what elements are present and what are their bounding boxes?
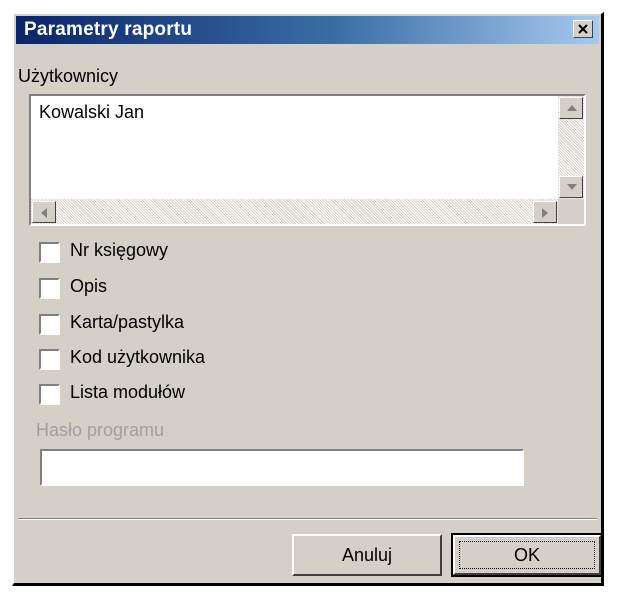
scroll-right-button[interactable] — [533, 201, 557, 223]
dialog-title: Parametry raportu — [24, 19, 193, 40]
checkbox-label: Karta/pastylka — [70, 312, 185, 332]
close-button[interactable] — [573, 20, 593, 38]
arrow-right-icon — [542, 208, 548, 218]
ok-button-label: OK — [459, 541, 595, 569]
checkbox[interactable] — [39, 384, 60, 405]
list-item[interactable]: Kowalski Jan — [39, 102, 144, 123]
checkbox-label: Nr księgowy — [70, 240, 169, 260]
title-bar[interactable]: Parametry raportu — [16, 16, 599, 44]
checkbox[interactable] — [39, 278, 60, 299]
scroll-left-button[interactable] — [32, 201, 56, 223]
scrollbar-corner — [558, 199, 584, 224]
scroll-down-button[interactable] — [559, 176, 583, 198]
close-icon — [578, 24, 588, 34]
footer-separator — [18, 518, 597, 520]
cancel-button[interactable]: Anuluj — [292, 534, 442, 576]
checkbox[interactable] — [39, 242, 60, 263]
scroll-up-button[interactable] — [559, 97, 583, 119]
password-label: Hasło programu — [36, 420, 165, 440]
checkbox[interactable] — [39, 349, 60, 370]
horizontal-scrollbar[interactable] — [31, 199, 558, 224]
checkbox-label: Kod użytkownika — [70, 347, 206, 367]
arrow-up-icon — [567, 105, 577, 111]
checkbox-label: Opis — [70, 276, 108, 296]
vertical-scrollbar[interactable] — [558, 96, 584, 199]
arrow-left-icon — [41, 208, 47, 218]
arrow-down-icon — [567, 184, 577, 190]
checkbox-label: Lista modułów — [70, 382, 186, 402]
ok-button[interactable]: OK — [451, 533, 603, 577]
checkbox[interactable] — [39, 314, 60, 335]
report-parameters-dialog: Parametry raportu Użytkownicy Kowalski J… — [12, 12, 604, 586]
password-input[interactable] — [40, 449, 524, 486]
users-label: Użytkownicy — [18, 66, 119, 86]
cancel-button-label: Anuluj — [341, 545, 393, 565]
users-listbox[interactable]: Kowalski Jan — [29, 94, 586, 226]
